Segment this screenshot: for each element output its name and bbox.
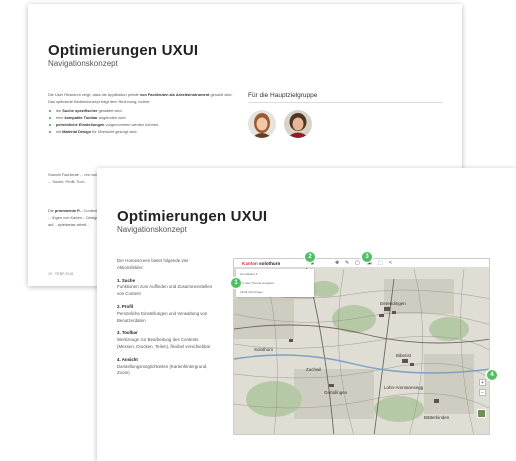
feature-toolbar: 3. Toolbar Werkzeuge zur Bearbeitung des… [117,330,211,349]
zoom-out-button[interactable]: − [479,389,486,396]
back-intro: Die User Research zeigt, dass die Applik… [48,91,236,135]
divider [248,102,443,103]
list-item: mit Material Design für Übersicht gesorg… [48,128,236,135]
avatar [284,110,312,138]
map-label-gerlafingen: Gerlafingen [324,390,348,395]
comment-icon[interactable]: ▢ [355,260,360,266]
basemap-thumbnail[interactable] [477,409,486,418]
front-slide-title: Optimierungen UXUI [117,208,268,225]
list-item: eine kompakte Toolbar angeboten wird. [48,114,236,121]
list-item: persönliche Einstellungen vorgenommen we… [48,121,236,128]
map-label-derendingen: Derendingen [380,301,406,306]
avatar [248,110,276,138]
annotation-marker-3: 3 [362,252,372,262]
basemap-select[interactable]: Grundkarte ▾ [240,272,257,276]
back-slide-title: Optimierungen UXUI [48,42,199,59]
feature-intro: Der Homescreen bietet folgende vier Akti… [117,258,189,270]
map-screenshot: Solothurn Derendingen Zuchwil Biberist G… [233,258,490,435]
export-icon[interactable]: ⬚ [378,260,383,266]
map-label-baetterkinden: Bätterkinden [424,415,450,420]
share-icon[interactable]: < [389,260,392,266]
feature-bullet-list: die Suche spezifischer gestaltet wird. e… [48,107,236,135]
search-panel: Grundkarte ▾ Ort oder Thema eingeben Inh… [236,269,314,297]
feature-profile: 2. Profil Persönliche Einstellungen und … [117,303,208,323]
annotation-marker-1: 1 [231,278,241,288]
search-input[interactable]: Ort oder Thema eingeben [240,281,274,285]
measure-icon[interactable]: ✥ [335,260,339,266]
footer: 15 ©EBP 2018 [48,272,74,276]
annotation-marker-2: 2 [305,252,315,262]
map-logo: Kanton solothurn [242,260,281,266]
feature-search: 1. Suche Funktionen zum Auffinden und Zu… [117,277,213,297]
zoom-in-button[interactable]: + [479,379,486,386]
map-label-solothurn: Solothurn [254,347,274,352]
front-slide-subtitle: Navigationskonzept [117,225,187,234]
map-label-zuchwil: Zuchwil [306,367,321,372]
feature-list: Der Homescreen bietet folgende vier Akti… [117,258,215,383]
front-slide: Optimierungen UXUI Navigationskonzept De… [97,168,516,461]
map-label-biberist: Biberist [396,353,412,358]
feature-view: 4. Ansicht Darstellungsmöglichkeiten (Ka… [117,356,208,376]
map-header-bar: Kanton solothurn ◉ ✥ ✎ ▢ ▣ ⬚ < [234,259,489,268]
list-item: die Suche spezifischer gestaltet wird. [48,107,236,114]
target-group-heading: Für die Hauptzielgruppe [248,92,318,99]
pencil-icon[interactable]: ✎ [345,260,349,266]
back-slide-subtitle: Navigationskonzept [48,59,118,68]
add-content-button[interactable]: Inhalt hinzufügen [240,290,263,294]
annotation-marker-4: 4 [487,370,497,380]
map-label-lohn-ammannsegg: Lohn-Ammannsegg [384,385,424,390]
